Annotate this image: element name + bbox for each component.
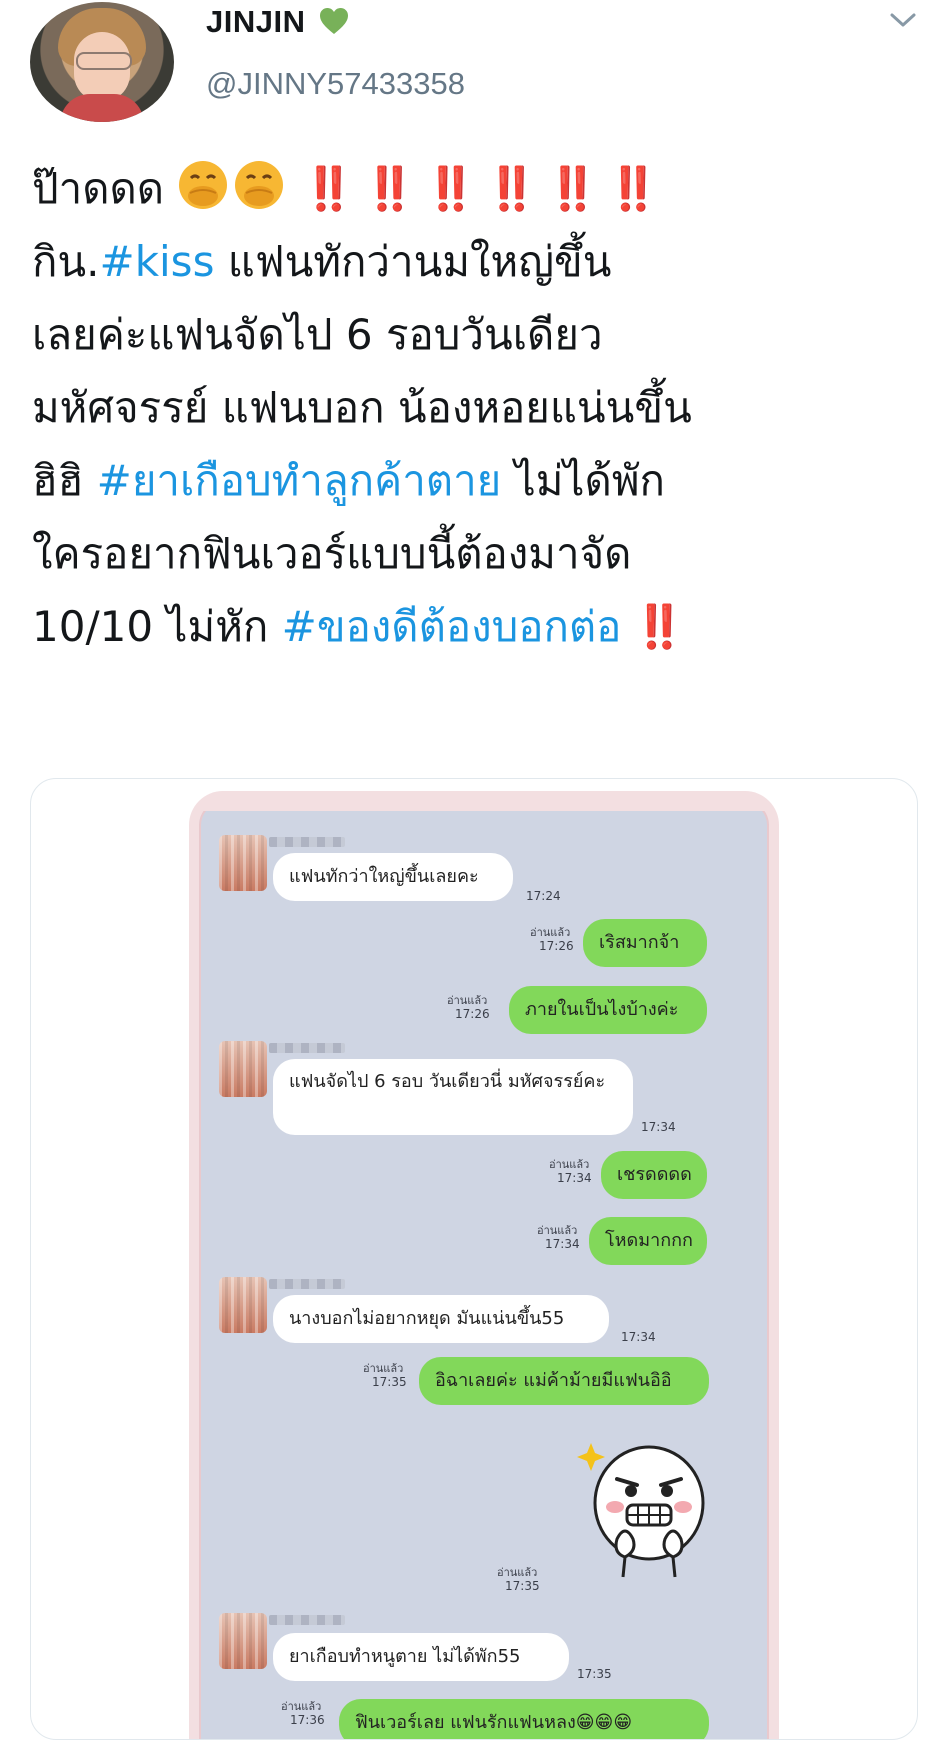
chat-message-outgoing: เริสมากจ้า [583,919,707,967]
face-with-hand-over-mouth-icon [179,161,228,209]
chat-message-outgoing: โหดมากกก [589,1217,707,1265]
sticker-image [577,1443,705,1578]
blurred-avatar [219,1613,267,1669]
blurred-avatar [219,1041,267,1097]
hashtag-drug[interactable]: #ยาเกือบทำลูกค้าตาย [97,456,502,505]
tweet-line-5-prefix: ฮิฮิ [32,456,97,505]
double-exclamation-marks: ‼️ [621,602,685,651]
avatar[interactable] [30,2,174,122]
tweet-line-1: ป๊าดดด ‼️ ‼️ ‼️ ‼️ ‼️ ‼️ [32,152,932,225]
tweet-line-3: เลยค่ะแฟนจัดไป 6 รอบวันเดียว [32,310,603,359]
chat-message-incoming: แฟนทักว่าใหญ่ขึ้นเลยคะ [273,853,513,901]
tweet-media-card[interactable]: แฟนทักว่าใหญ่ขึ้นเลยคะ 17:24 อ่านแล้ว 17… [30,778,918,1740]
avatar-shirt [60,94,144,122]
blurred-name [269,1279,345,1289]
blurred-name [269,1615,345,1625]
tweet-text: ป๊าดดด ‼️ ‼️ ‼️ ‼️ ‼️ ‼️ กิน.#kiss แฟนทั… [32,152,932,663]
message-time: 17:34 [545,1237,580,1251]
message-time: 17:26 [539,939,574,953]
message-time: 17:35 [577,1667,612,1681]
chat-message-outgoing: เชรดดดด [601,1151,707,1199]
chat-screenshot: แฟนทักว่าใหญ่ขึ้นเลยคะ 17:24 อ่านแล้ว 17… [189,791,779,1739]
chat-message-incoming: ยาเกือบทำหนูตาย ไม่ได้พัก55 [273,1633,569,1681]
blurred-avatar [219,835,267,891]
double-exclamation-marks: ‼️ ‼️ ‼️ ‼️ ‼️ ‼️ [302,164,660,213]
tweet-line-6: ใครอยากฟินเวอร์แบบนี้ต้องมาจัด [32,529,632,578]
chat-message-outgoing: อิฉาเลยค่ะ แม่ค้าม้ายมีแฟนอิอิ [419,1357,709,1405]
chevron-down-icon[interactable] [888,8,918,32]
message-time: 17:36 [290,1713,325,1727]
blurred-name [269,1043,345,1053]
chat-message-incoming: แฟนจัดไป 6 รอบ วันเดียวนี่ มหัศจรรย์คะ [273,1059,633,1135]
message-time: 17:24 [526,889,561,903]
tweet-line-4: มหัศจรรย์ แฟนบอก น้องหอยแน่นขึ้น [32,383,692,432]
chat-message-outgoing: ฟินเวอร์เลย แฟนรักแฟนหลง😁😁😁 [339,1699,709,1739]
chat-message-incoming: นางบอกไม่อยากหยุด มันแน่นขึ้น55 [273,1295,609,1343]
tweet-line-7-prefix: 10/10 ไม่หัก [32,602,282,651]
message-time: 17:35 [505,1579,540,1593]
tweet-line-2-rest: แฟนทักว่านมใหญ่ขึ้น [214,237,612,286]
tweet-line-1-text: ป๊าดดด [32,164,165,213]
hashtag-good-stuff[interactable]: #ของดีต้องบอกต่อ [282,602,622,651]
tweet-line-7: 10/10 ไม่หัก #ของดีต้องบอกต่อ ‼️ [32,590,932,663]
avatar-glasses [76,52,132,70]
message-time: 17:34 [557,1171,592,1185]
tweet-line-5-rest: ไม่ได้พัก [501,456,665,505]
display-name-text: JINJIN [206,4,306,39]
blurred-avatar [219,1277,267,1333]
message-time: 17:35 [372,1375,407,1389]
face-with-hand-over-mouth-icon [235,161,284,209]
message-time: 17:34 [621,1330,656,1344]
chat-message-outgoing: ภายในเป็นไงบ้างค่ะ [509,986,707,1034]
chat-header-strip [199,801,769,811]
message-time: 17:26 [455,1007,490,1021]
tweet-line-5: ฮิฮิ #ยาเกือบทำลูกค้าตาย ไม่ได้พัก [32,444,932,517]
tweet-line-2: กิน.#kiss แฟนทักว่านมใหญ่ขึ้น [32,225,932,298]
user-handle[interactable]: @JINNY57433358 [206,66,465,102]
message-time: 17:34 [641,1120,676,1134]
blurred-name [269,837,345,847]
hashtag-kiss[interactable]: #kiss [100,237,215,286]
tweet-line-2-prefix: กิน. [32,237,100,286]
green-heart-icon [319,8,348,34]
display-name[interactable]: JINJIN [206,4,349,40]
